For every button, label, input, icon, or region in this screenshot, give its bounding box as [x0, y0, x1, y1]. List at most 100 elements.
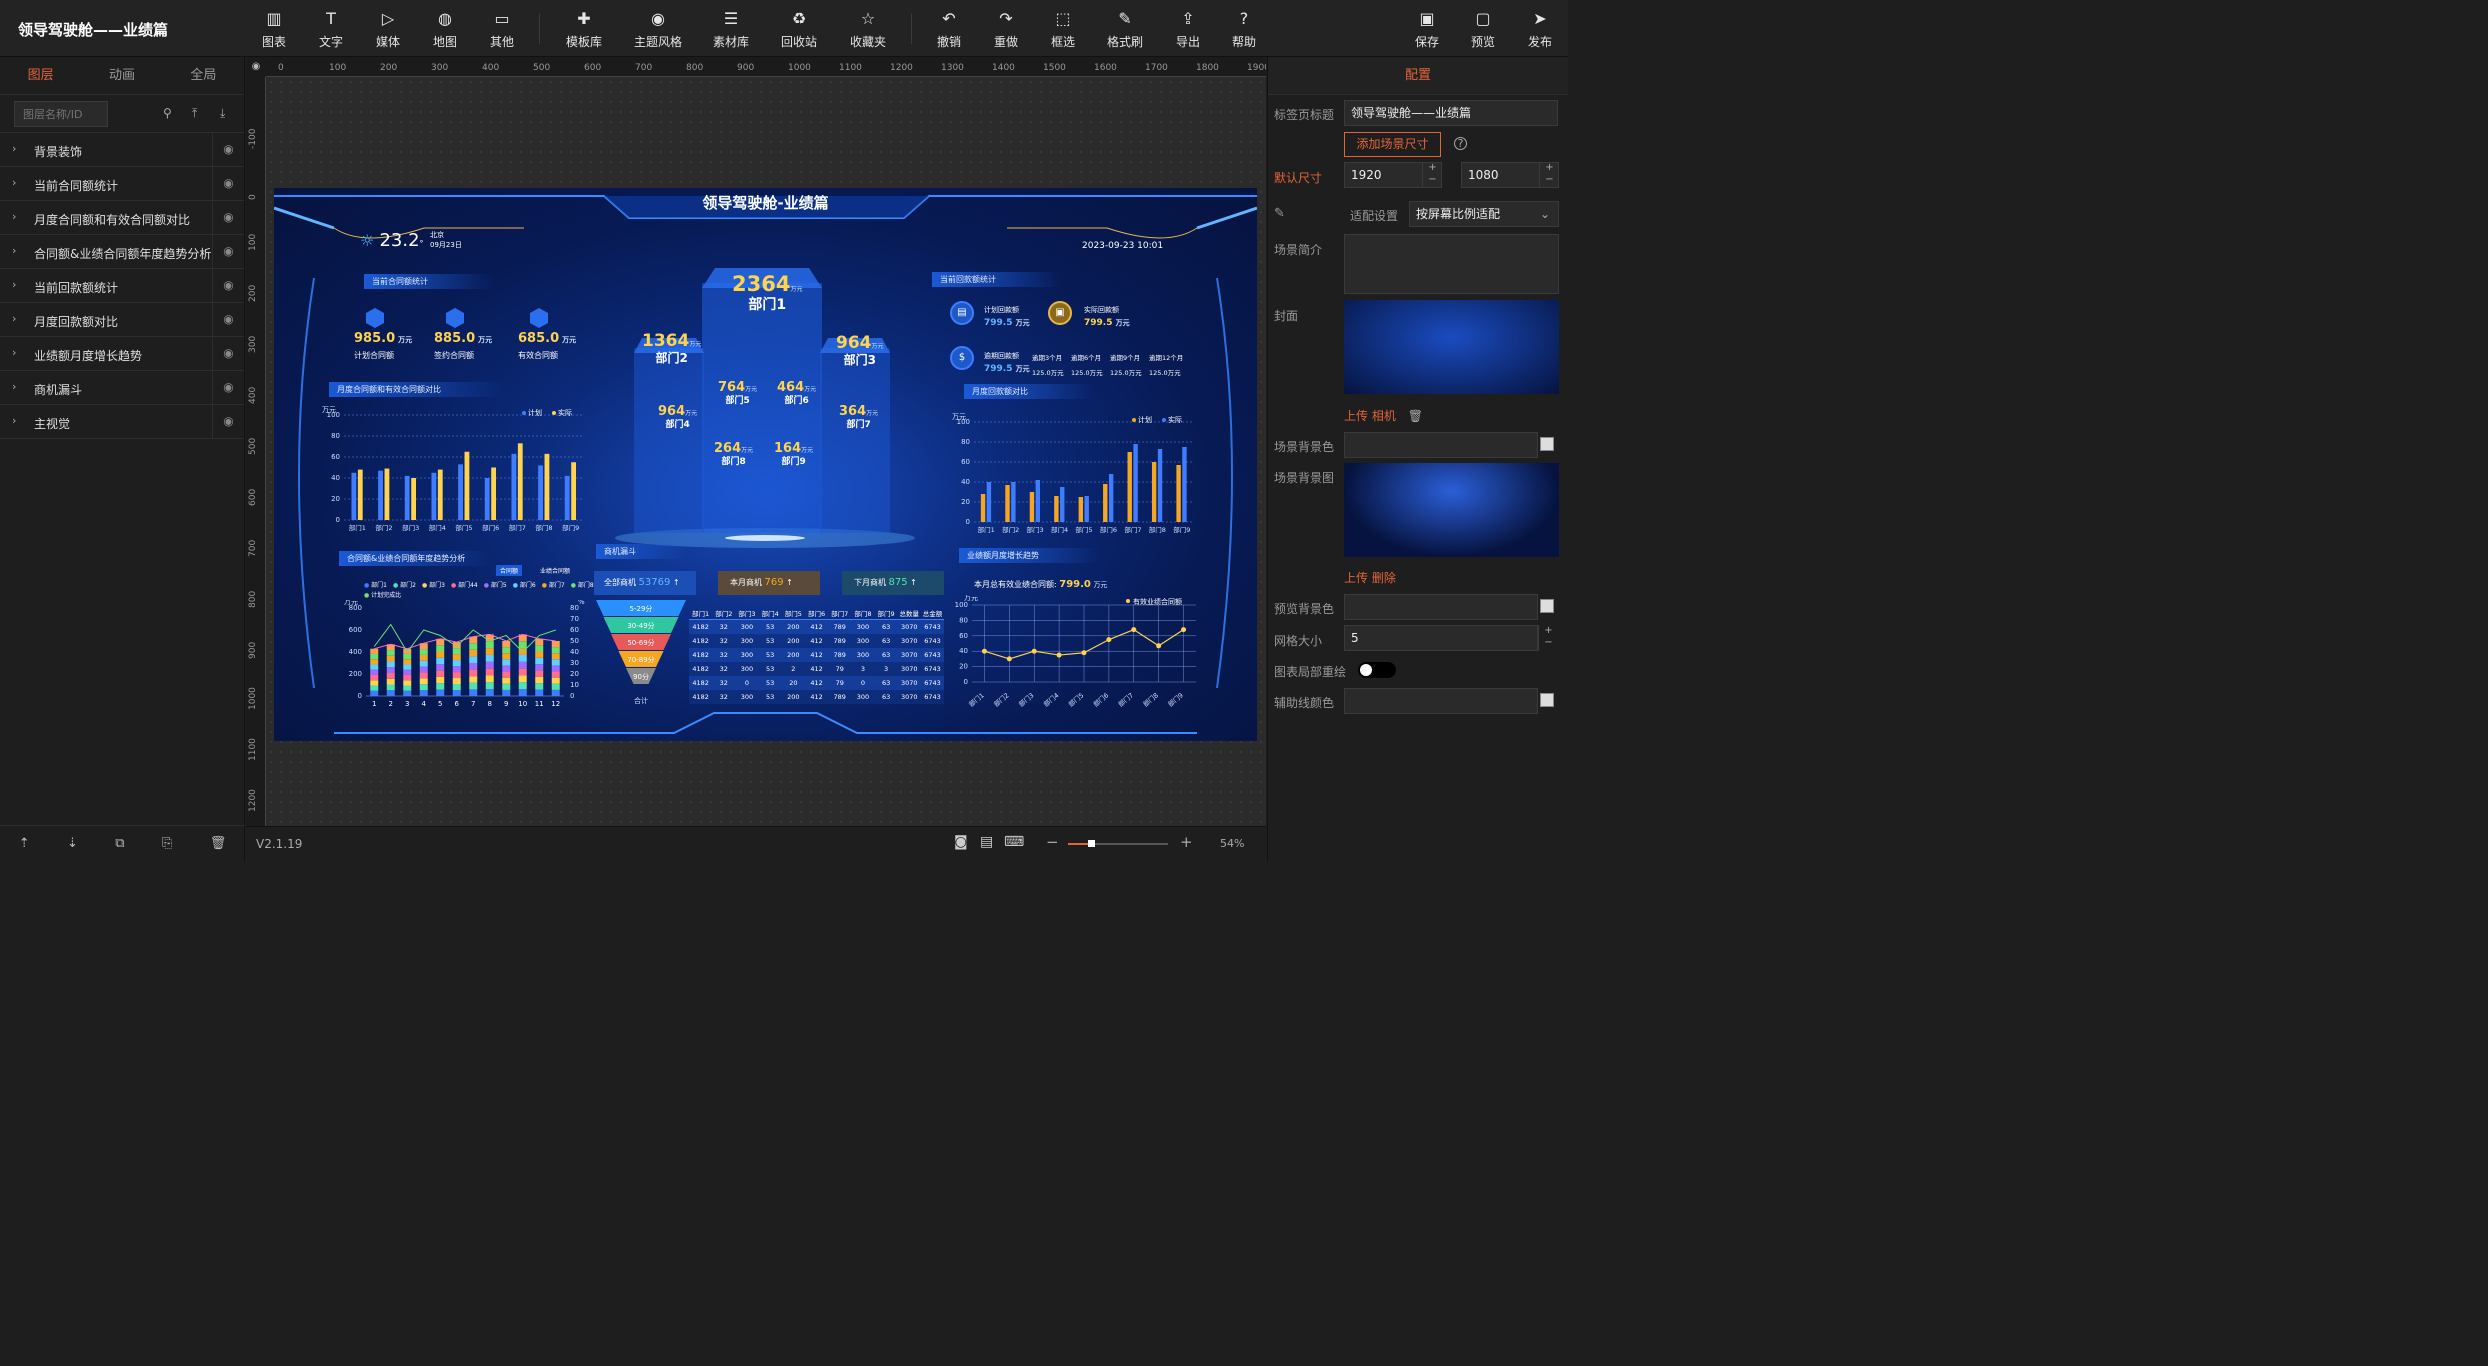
- toolbar-template-button[interactable]: ✚ 模板库: [556, 8, 612, 50]
- chevron-right-icon[interactable]: ›: [12, 142, 16, 155]
- layer-item[interactable]: › 当前合同额统计 ◉: [0, 167, 244, 201]
- toolbar-map-button[interactable]: ◍ 地图: [417, 8, 473, 50]
- zoom-out-icon[interactable]: −: [1046, 833, 1059, 851]
- toolbar-text-button[interactable]: T 文字: [303, 8, 359, 50]
- grid-size-input[interactable]: 5: [1344, 625, 1538, 651]
- add-scene-size-button[interactable]: 添加场景尺寸: [1344, 132, 1441, 157]
- bg-upload-link[interactable]: 上传: [1344, 571, 1368, 585]
- toolbar-format-brush-button[interactable]: ✎ 格式刷: [1097, 8, 1153, 50]
- tab-animation[interactable]: 动画: [81, 57, 162, 94]
- trash-icon[interactable]: 🗑: [210, 836, 227, 851]
- toolbar-recycle-button[interactable]: ♻ 回收站: [771, 8, 827, 50]
- zoom-slider[interactable]: [1068, 840, 1168, 847]
- toolbar-theme-button[interactable]: ◉ 主题风格: [630, 8, 686, 50]
- toolbar-media-button[interactable]: ▷ 媒体: [360, 8, 416, 50]
- layer-item[interactable]: › 商机漏斗 ◉: [0, 371, 244, 405]
- fit-select[interactable]: 按屏幕比例适配 ⌄: [1409, 201, 1559, 227]
- chevron-right-icon[interactable]: ›: [12, 244, 16, 257]
- chevron-right-icon[interactable]: ›: [12, 380, 16, 393]
- tab-title-input[interactable]: 领导驾驶舱——业绩篇: [1344, 100, 1558, 126]
- eye-icon[interactable]: ◉: [212, 133, 244, 166]
- trend-tab-contract[interactable]: 合同额: [496, 565, 523, 576]
- screenshot-icon[interactable]: ◙: [954, 834, 968, 850]
- locate-icon[interactable]: ⚲: [163, 106, 172, 120]
- dashboard-screen[interactable]: 领导驾驶舱-业绩篇 ☼ 23.2° 北京 09月23日 2023-09-23 10…: [274, 188, 1257, 741]
- eye-icon[interactable]: ◉: [212, 405, 244, 438]
- color-picker-icon[interactable]: [1540, 693, 1554, 707]
- color-picker-icon[interactable]: [1540, 599, 1554, 613]
- copy-icon[interactable]: ⎘: [162, 836, 172, 851]
- toolbar-help-button[interactable]: ? 帮助: [1216, 8, 1272, 50]
- cover-upload-link[interactable]: 上传: [1344, 409, 1368, 423]
- chevron-right-icon[interactable]: ›: [12, 210, 16, 223]
- raise-icon[interactable]: ⇡: [19, 836, 30, 851]
- toolbar-other-button[interactable]: ▭ 其他: [474, 8, 530, 50]
- preview-bg-input[interactable]: [1344, 594, 1538, 620]
- toolbar-save-button[interactable]: ▣ 保存: [1399, 8, 1455, 50]
- edit-icon[interactable]: ✎: [1274, 206, 1285, 221]
- grid-size-stepper[interactable]: + −: [1538, 625, 1558, 651]
- eye-icon[interactable]: ◉: [212, 167, 244, 200]
- move-bottom-icon[interactable]: ⤓: [220, 106, 225, 121]
- layout-icon[interactable]: ▤: [980, 834, 993, 850]
- color-picker-icon[interactable]: [1540, 437, 1554, 451]
- chevron-right-icon[interactable]: ›: [12, 176, 16, 189]
- bg-delete-link[interactable]: 删除: [1372, 571, 1396, 585]
- layer-item[interactable]: › 业绩额月度增长趋势 ◉: [0, 337, 244, 371]
- eye-icon[interactable]: ◉: [212, 337, 244, 370]
- toolbar-redo-button[interactable]: ↷ 重做: [978, 8, 1034, 50]
- toolbar-publish-button[interactable]: ➤ 发布: [1512, 8, 1568, 50]
- eye-toggle-icon[interactable]: ◉: [246, 57, 266, 77]
- toolbar-select-button[interactable]: ⬚ 框选: [1035, 8, 1091, 50]
- toolbar-export-button[interactable]: ⇪ 导出: [1160, 8, 1216, 50]
- toolbar-assets-button[interactable]: ☰ 素材库: [703, 8, 759, 50]
- guide-color-input[interactable]: [1344, 688, 1538, 714]
- stack-segment: [502, 683, 511, 690]
- group-icon[interactable]: ⧉: [115, 836, 124, 851]
- zoom-in-icon[interactable]: +: [1180, 833, 1193, 851]
- keyboard-icon[interactable]: ⌨: [1004, 834, 1024, 850]
- chevron-right-icon[interactable]: ›: [12, 312, 16, 325]
- layer-item[interactable]: › 背景装饰 ◉: [0, 133, 244, 167]
- toolbar-chart-button[interactable]: ▥ 图表: [246, 8, 302, 50]
- y-tick: 0: [964, 678, 968, 686]
- eye-icon[interactable]: ◉: [212, 201, 244, 234]
- toolbar-undo-button[interactable]: ↶ 撤销: [921, 8, 977, 50]
- tab-global[interactable]: 全局: [163, 57, 244, 94]
- layer-item[interactable]: › 主视觉 ◉: [0, 405, 244, 439]
- canvas-area[interactable]: ◉ 0 100 200 300 400 500 600 700 800 900 1000 1100 12…: [246, 57, 1266, 827]
- cover-thumbnail[interactable]: [1344, 300, 1559, 394]
- width-stepper[interactable]: + −: [1422, 162, 1442, 188]
- layer-item[interactable]: › 当前回款额统计 ◉: [0, 269, 244, 303]
- eye-icon[interactable]: ◉: [212, 303, 244, 336]
- help-circle-icon[interactable]: ?: [1454, 137, 1467, 150]
- chevron-right-icon[interactable]: ›: [12, 278, 16, 291]
- toolbar-star-button[interactable]: ☆ 收藏夹: [840, 8, 896, 50]
- chevron-right-icon[interactable]: ›: [12, 346, 16, 359]
- bg-color-input[interactable]: [1344, 432, 1538, 458]
- chevron-right-icon[interactable]: ›: [12, 414, 16, 427]
- next-month-opportunities-label: 下月商机: [854, 578, 886, 587]
- local-redraw-toggle[interactable]: [1358, 662, 1396, 678]
- layer-search-input[interactable]: [14, 101, 108, 127]
- trash-icon[interactable]: 🗑: [1408, 409, 1423, 423]
- move-top-icon[interactable]: ⤒: [192, 106, 197, 121]
- bg-image-thumbnail[interactable]: [1344, 463, 1559, 557]
- tab-layers[interactable]: 图层: [0, 57, 81, 94]
- height-stepper[interactable]: + −: [1539, 162, 1559, 188]
- layer-item[interactable]: › 合同额&业绩合同额年度趋势分析 ◉: [0, 235, 244, 269]
- layer-item[interactable]: › 月度合同额和有效合同额对比 ◉: [0, 201, 244, 235]
- layer-item[interactable]: › 月度回款额对比 ◉: [0, 303, 244, 337]
- default-size-label: 默认尺寸: [1274, 171, 1323, 185]
- lower-icon[interactable]: ⇣: [67, 836, 78, 851]
- zoom-slider-handle[interactable]: [1088, 840, 1095, 847]
- trend-tab-performance[interactable]: 业绩合同额: [536, 565, 574, 576]
- intro-textarea[interactable]: [1344, 234, 1559, 294]
- x-tick: 部门1: [349, 523, 366, 532]
- eye-icon[interactable]: ◉: [212, 269, 244, 302]
- eye-icon[interactable]: ◉: [212, 371, 244, 404]
- toolbar-preview-button[interactable]: ▢ 预览: [1455, 8, 1511, 50]
- cover-camera-link[interactable]: 相机: [1372, 409, 1396, 423]
- contract-unit: 万元: [478, 336, 493, 344]
- eye-icon[interactable]: ◉: [212, 235, 244, 268]
